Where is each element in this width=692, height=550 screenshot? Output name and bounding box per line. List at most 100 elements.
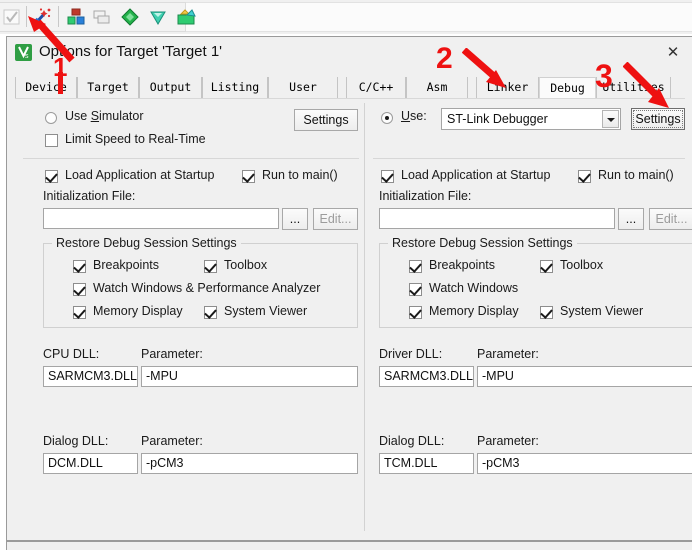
use-debugger-rest: se: xyxy=(410,109,427,123)
right-toolbox-checkbox[interactable] xyxy=(540,260,553,273)
left-system-viewer-label: System Viewer xyxy=(224,304,308,318)
right-watch-windows-checkbox[interactable] xyxy=(409,283,422,296)
tab-bar: Device Target Output Listing User C/C++ … xyxy=(15,77,685,98)
right-dialog-parameter-input[interactable]: -pCM3 xyxy=(477,453,692,474)
left-load-app-checkbox[interactable] xyxy=(45,170,58,183)
annotation-number-2: 2 xyxy=(436,42,453,75)
toolbar-separator-2 xyxy=(58,6,59,27)
right-system-viewer-label: System Viewer xyxy=(560,304,644,318)
right-run-to-main-checkbox[interactable] xyxy=(578,170,591,183)
dialog-footer: OK Cancel Defaults Help xyxy=(7,540,692,550)
right-run-to-main-label: Run to main() xyxy=(598,168,674,182)
target-options-icon[interactable] xyxy=(66,7,86,27)
right-restore-group-title: Restore Debug Session Settings xyxy=(388,236,577,250)
right-breakpoints-checkbox[interactable] xyxy=(409,260,422,273)
left-dialog-parameter-input[interactable]: -pCM3 xyxy=(141,453,358,474)
right-memory-display-checkbox[interactable] xyxy=(409,306,422,319)
tab-target[interactable]: Target xyxy=(77,77,139,98)
cpu-parameter-label: Parameter: xyxy=(141,347,203,361)
use-simulator-rest: imulator xyxy=(99,109,144,123)
use-simulator-text: Use xyxy=(65,109,91,123)
left-restore-group: Restore Debug Session Settings Breakpoin… xyxy=(43,236,358,328)
debugger-select[interactable]: ST-Link Debugger xyxy=(441,108,621,130)
left-init-file-input[interactable] xyxy=(43,208,279,229)
use-debugger-radio[interactable] xyxy=(381,112,393,124)
driver-parameter-input[interactable]: -MPU xyxy=(477,366,692,387)
left-browse-button[interactable]: ... xyxy=(282,208,308,230)
tab-c-cpp[interactable]: C/C++ xyxy=(346,77,406,98)
left-init-file-label: Initialization File: xyxy=(43,189,136,203)
tab-user[interactable]: User xyxy=(268,77,338,98)
left-system-viewer-checkbox[interactable] xyxy=(204,306,217,319)
right-dialog-dll-input[interactable]: TCM.DLL xyxy=(379,453,474,474)
tab-device[interactable]: Device xyxy=(15,77,77,98)
toolbar-group-right xyxy=(186,2,692,32)
right-browse-button[interactable]: ... xyxy=(618,208,644,230)
manage-windows-icon[interactable] xyxy=(92,7,112,27)
debugger-select-value: ST-Link Debugger xyxy=(447,112,548,126)
right-load-app-checkbox[interactable] xyxy=(381,170,394,183)
check-icon[interactable] xyxy=(2,7,22,27)
tab-listing[interactable]: Listing xyxy=(202,77,268,98)
driver-dll-input[interactable]: SARMCM3.DLL xyxy=(379,366,474,387)
dialog-titlebar: s Options for Target 'Target 1' ✕ xyxy=(7,37,692,69)
right-edit-button[interactable]: Edit... xyxy=(649,208,692,230)
use-debugger-label: Use: xyxy=(401,109,427,123)
right-init-file-label: Initialization File: xyxy=(379,189,472,203)
green-diamond-icon[interactable] xyxy=(120,7,140,27)
panel-divider xyxy=(364,103,365,531)
use-simulator-accel: S xyxy=(90,109,100,123)
right-memory-display-label: Memory Display xyxy=(429,304,519,318)
cpu-dll-label: CPU DLL: xyxy=(43,347,100,361)
left-edit-button[interactable]: Edit... xyxy=(313,208,358,230)
toolbar-separator xyxy=(26,6,27,27)
right-restore-group: Restore Debug Session Settings Breakpoin… xyxy=(379,236,692,328)
left-memory-display-label: Memory Display xyxy=(93,304,183,318)
left-watch-windows-label: Watch Windows & Performance Analyzer xyxy=(93,281,321,295)
options-dialog: s Options for Target 'Target 1' ✕ Device… xyxy=(6,36,692,550)
svg-text:s: s xyxy=(25,53,29,60)
tab-debug[interactable]: Debug xyxy=(539,77,596,98)
tab-output[interactable]: Output xyxy=(139,77,202,98)
right-dialog-parameter-label: Parameter: xyxy=(477,434,539,448)
left-restore-group-title: Restore Debug Session Settings xyxy=(52,236,241,250)
tab-linker[interactable]: Linker xyxy=(476,77,539,98)
left-load-app-label: Load Application at Startup xyxy=(65,168,215,182)
right-dialog-dll-label: Dialog DLL: xyxy=(379,434,445,448)
driver-dll-label: Driver DLL: xyxy=(379,347,443,361)
right-settings-button[interactable]: Settings xyxy=(631,108,685,130)
right-load-app-label: Load Application at Startup xyxy=(401,168,551,182)
multi-project-icon[interactable] xyxy=(176,7,196,27)
limit-speed-checkbox[interactable] xyxy=(45,134,58,147)
close-icon[interactable]: ✕ xyxy=(662,43,684,63)
use-simulator-label: Use Simulator xyxy=(65,109,144,123)
left-toolbox-label: Toolbox xyxy=(224,258,268,272)
annotation-number-1: 1 xyxy=(53,52,68,82)
configure-target-icon[interactable] xyxy=(32,7,52,27)
left-run-to-main-label: Run to main() xyxy=(262,168,338,182)
annotation-number-3: 3 xyxy=(595,58,613,94)
teal-diamond-icon[interactable] xyxy=(148,7,168,27)
tab-asm[interactable]: Asm xyxy=(406,77,468,98)
cpu-parameter-input[interactable]: -MPU xyxy=(141,366,358,387)
right-system-viewer-checkbox[interactable] xyxy=(540,306,553,319)
left-dialog-dll-input[interactable]: DCM.DLL xyxy=(43,453,138,474)
left-breakpoints-checkbox[interactable] xyxy=(73,260,86,273)
use-simulator-radio[interactable] xyxy=(45,112,57,124)
screen-root: s Options for Target 'Target 1' ✕ Device… xyxy=(0,0,692,550)
left-breakpoints-label: Breakpoints xyxy=(93,258,160,272)
debug-tab-panel: Use Simulator Settings Limit Speed to Re… xyxy=(15,98,692,538)
chevron-down-icon[interactable] xyxy=(602,110,619,128)
left-watch-windows-checkbox[interactable] xyxy=(73,283,86,296)
left-memory-display-checkbox[interactable] xyxy=(73,306,86,319)
use-debugger-accel: U xyxy=(401,109,411,123)
left-toolbox-checkbox[interactable] xyxy=(204,260,217,273)
left-dialog-parameter-label: Parameter: xyxy=(141,434,203,448)
limit-speed-label: Limit Speed to Real-Time xyxy=(65,132,206,146)
right-init-file-input[interactable] xyxy=(379,208,615,229)
left-run-to-main-checkbox[interactable] xyxy=(242,170,255,183)
right-watch-windows-label: Watch Windows xyxy=(429,281,519,295)
application-toolbar xyxy=(0,0,692,34)
simulator-settings-button[interactable]: Settings xyxy=(294,109,358,131)
cpu-dll-input[interactable]: SARMCM3.DLL xyxy=(43,366,138,387)
